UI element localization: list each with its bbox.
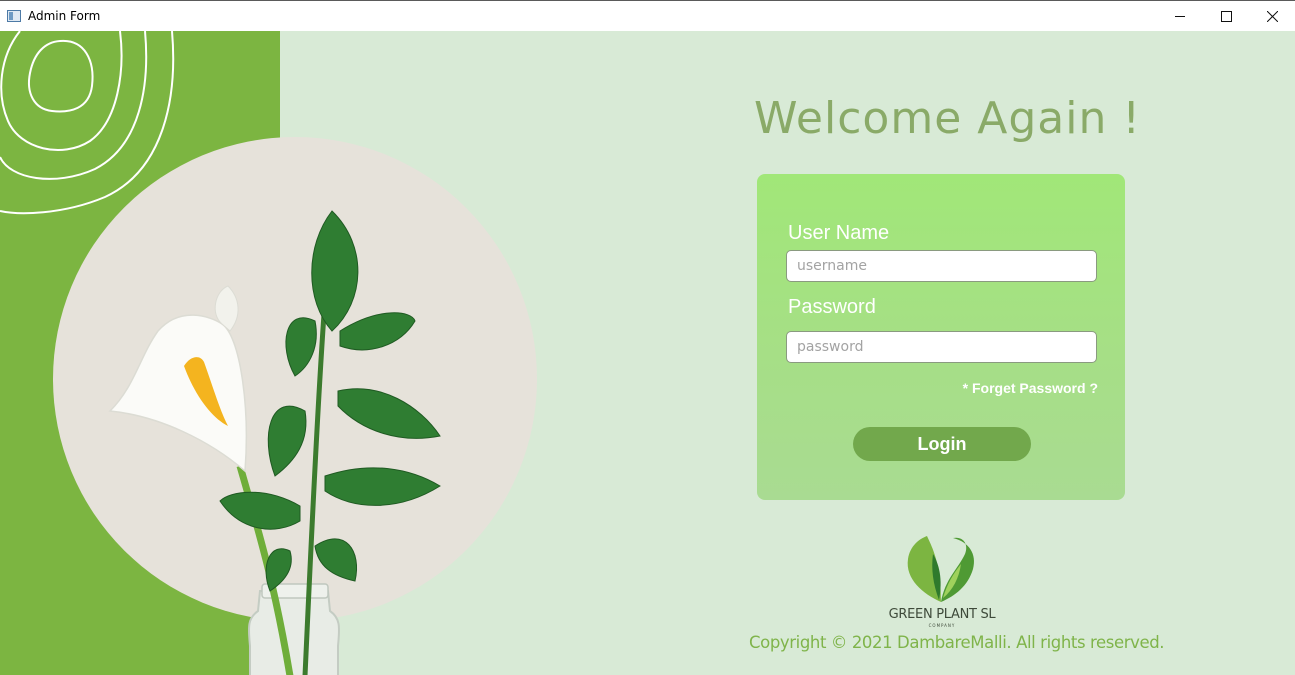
window-title: Admin Form	[28, 9, 101, 23]
company-name: GREEN PLANT SL	[888, 607, 996, 622]
minimize-button[interactable]	[1157, 1, 1203, 31]
calla-lily-plant-image	[108, 210, 441, 675]
window-controls	[1157, 1, 1295, 31]
maximize-icon	[1220, 10, 1232, 22]
login-button[interactable]: Login	[853, 427, 1031, 461]
username-input[interactable]	[786, 250, 1097, 282]
close-icon	[1266, 10, 1278, 22]
minimize-icon	[1174, 15, 1185, 17]
maximize-button[interactable]	[1203, 1, 1249, 31]
company-tagline: COMPANY	[928, 623, 956, 628]
app-window-icon	[7, 10, 21, 22]
username-label: User Name	[788, 222, 890, 244]
welcome-heading: Welcome Again !	[754, 93, 1141, 144]
forget-password-link[interactable]: * Forget Password ?	[963, 380, 1098, 396]
leaf-heart-icon	[907, 536, 975, 602]
password-label: Password	[788, 296, 876, 318]
close-button[interactable]	[1249, 1, 1295, 31]
copyright-text: Copyright © 2021 DambareMalli. All right…	[749, 633, 1165, 652]
login-card: User Name Password * Forget Password ? L…	[757, 174, 1125, 500]
title-bar: Admin Form	[0, 0, 1295, 31]
admin-form-body: Welcome Again ! User Name Password * For…	[0, 31, 1295, 675]
password-input[interactable]	[786, 331, 1097, 363]
